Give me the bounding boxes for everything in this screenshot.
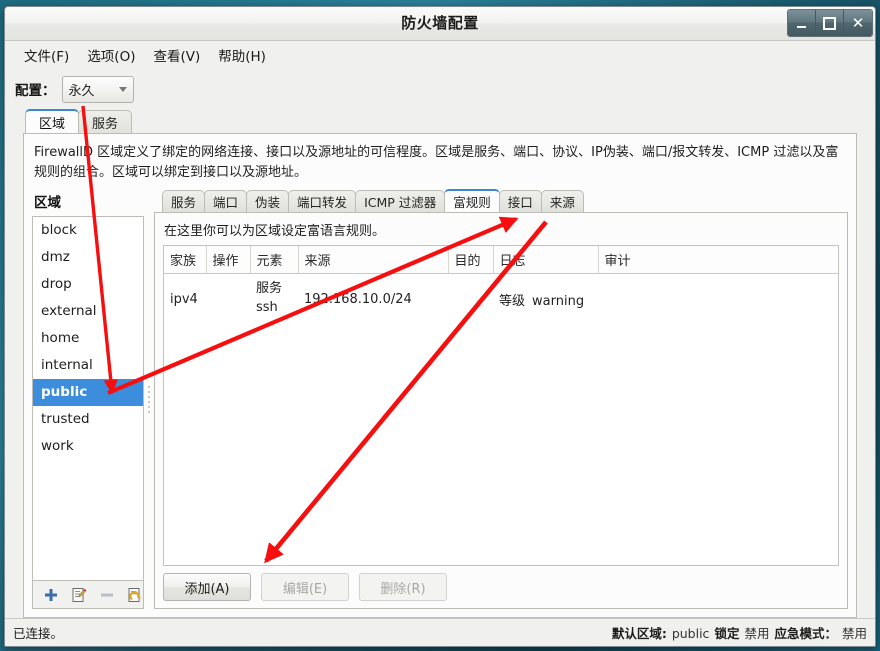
tab-interfaces[interactable]: 接口	[498, 190, 542, 213]
configuration-row: 配置： 永久	[5, 69, 875, 109]
zones-panel: FirewallD 区域定义了绑定的网络连接、接口以及源地址的可信程度。区域是服…	[23, 133, 857, 618]
outer-tab-bar: 区域 服务	[5, 109, 875, 133]
cell-element: 服务 ssh	[250, 274, 298, 324]
tab-ports[interactable]: 端口	[204, 190, 248, 213]
cell-destination	[448, 274, 493, 324]
zone-description: FirewallD 区域定义了绑定的网络连接、接口以及源地址的可信程度。区域是服…	[34, 145, 839, 181]
connection-status: 已连接。	[13, 626, 64, 641]
load-default-icon[interactable]	[127, 587, 143, 603]
rich-rules-table-container[interactable]: 家族 操作 元素 来源 目的 日志 审计 ipv4 服务 ssh 192.168…	[163, 245, 839, 566]
menu-file[interactable]: 文件(F)	[15, 43, 78, 67]
pane-splitter[interactable]	[144, 189, 154, 609]
status-summary: 默认区域: public 锁定 禁用 应急模式： 禁用	[612, 623, 867, 642]
tab-masquerade[interactable]: 伪装	[246, 190, 290, 213]
firewall-config-window: 防火墙配置 ✕ 文件(F) 选项(O) 查看(V) 帮助(H) 配置： 永久 区…	[4, 6, 876, 647]
zone-toolbar	[32, 581, 144, 609]
cell-element-value: ssh	[256, 300, 278, 316]
tab-icmp-filter[interactable]: ICMP 过滤器	[355, 190, 446, 213]
cell-log: 等级 warning	[493, 274, 598, 324]
zone-item-home[interactable]: home	[33, 325, 143, 352]
panic-mode-label: 应急模式：	[774, 626, 837, 641]
zone-right-pane: 服务 端口 伪装 端口转发 ICMP 过滤器 富规则 接口 来源 在这里你可以为…	[154, 189, 848, 609]
splitter-handle-dots	[148, 385, 150, 413]
column-family[interactable]: 家族	[164, 246, 207, 275]
tab-services[interactable]: 服务	[78, 110, 133, 133]
menu-bar: 文件(F) 选项(O) 查看(V) 帮助(H)	[5, 41, 875, 69]
cell-source: 192.168.10.0/24	[304, 291, 412, 307]
close-button[interactable]: ✕	[844, 10, 872, 36]
lockdown-label: 锁定	[714, 626, 740, 641]
cell-log-value: warning	[532, 293, 585, 309]
tab-rich-rules[interactable]: 富规则	[444, 189, 500, 213]
column-audit[interactable]: 审计	[598, 246, 838, 275]
column-element[interactable]: 元素	[250, 246, 299, 275]
remove-zone-icon	[99, 587, 115, 603]
default-zone-value: public	[671, 626, 710, 641]
edit-zone-icon[interactable]	[71, 587, 87, 603]
lockdown-value: 禁用	[744, 626, 770, 641]
add-zone-icon[interactable]	[43, 587, 59, 603]
column-log[interactable]: 日志	[493, 246, 599, 275]
maximize-button[interactable]	[816, 10, 844, 36]
column-destination[interactable]: 目的	[448, 246, 494, 275]
zone-list[interactable]: block dmz drop external home internal pu…	[32, 216, 144, 581]
window-title: 防火墙配置	[401, 14, 479, 32]
cell-family: ipv4	[170, 291, 198, 307]
menu-options[interactable]: 选项(O)	[78, 43, 144, 67]
rich-rules-table: 家族 操作 元素 来源 目的 日志 审计 ipv4 服务 ssh 192.168…	[164, 246, 838, 324]
window-controls: ✕	[787, 9, 873, 37]
zone-left-pane: 区域 block dmz drop external home internal…	[32, 189, 144, 609]
menu-view[interactable]: 查看(V)	[144, 43, 209, 67]
tab-zones[interactable]: 区域	[25, 109, 80, 133]
status-bar: 已连接。 默认区域: public 锁定 禁用 应急模式： 禁用	[5, 618, 875, 646]
cell-action	[206, 274, 250, 324]
default-zone-label: 默认区域:	[611, 626, 667, 641]
menu-help[interactable]: 帮助(H)	[209, 43, 275, 67]
tab-services-inner[interactable]: 服务	[162, 190, 206, 213]
zone-item-drop[interactable]: drop	[33, 271, 143, 298]
delete-rule-button: 删除(R)	[359, 573, 447, 601]
zone-item-internal[interactable]: internal	[33, 352, 143, 379]
zone-item-dmz[interactable]: dmz	[33, 244, 143, 271]
panic-mode-value: 禁用	[841, 626, 867, 641]
tab-sources[interactable]: 来源	[540, 190, 584, 213]
zone-item-public[interactable]: public	[33, 379, 143, 407]
column-source[interactable]: 来源	[298, 246, 449, 275]
zone-item-external[interactable]: external	[33, 298, 143, 325]
rich-rules-button-row: 添加(A) 编辑(E) 删除(R)	[155, 566, 847, 608]
add-rule-button[interactable]: 添加(A)	[163, 573, 251, 601]
table-row[interactable]: ipv4 服务 ssh 192.168.10.0/24 等级 warning	[164, 274, 838, 324]
column-action[interactable]: 操作	[206, 246, 251, 275]
configuration-label: 配置：	[15, 83, 56, 99]
zone-list-heading: 区域	[34, 195, 61, 212]
rich-rules-panel: 在这里你可以为区域设定富语言规则。 家族 操作 元素 来源 目的 日志 审计 i…	[154, 212, 848, 609]
cell-log-label: 等级	[499, 293, 526, 309]
split-area: 区域 block dmz drop external home internal…	[24, 189, 856, 617]
minimize-button[interactable]	[788, 10, 816, 36]
cell-element-type: 服务	[256, 281, 283, 297]
cell-audit	[598, 274, 838, 324]
zone-item-trusted[interactable]: trusted	[33, 406, 143, 433]
table-header-row: 家族 操作 元素 来源 目的 日志 审计	[164, 246, 838, 275]
inner-tab-bar: 服务 端口 伪装 端口转发 ICMP 过滤器 富规则 接口 来源	[154, 189, 848, 213]
title-bar: 防火墙配置 ✕	[5, 7, 875, 41]
rich-rules-description: 在这里你可以为区域设定富语言规则。	[164, 224, 386, 240]
edit-rule-button: 编辑(E)	[261, 573, 349, 601]
zone-item-block[interactable]: block	[33, 217, 143, 244]
zone-item-work[interactable]: work	[33, 433, 143, 460]
configuration-select[interactable]: 永久	[61, 75, 134, 103]
chevron-down-icon	[118, 86, 127, 92]
tab-port-forwarding[interactable]: 端口转发	[288, 190, 357, 213]
configuration-value: 永久	[68, 83, 95, 99]
